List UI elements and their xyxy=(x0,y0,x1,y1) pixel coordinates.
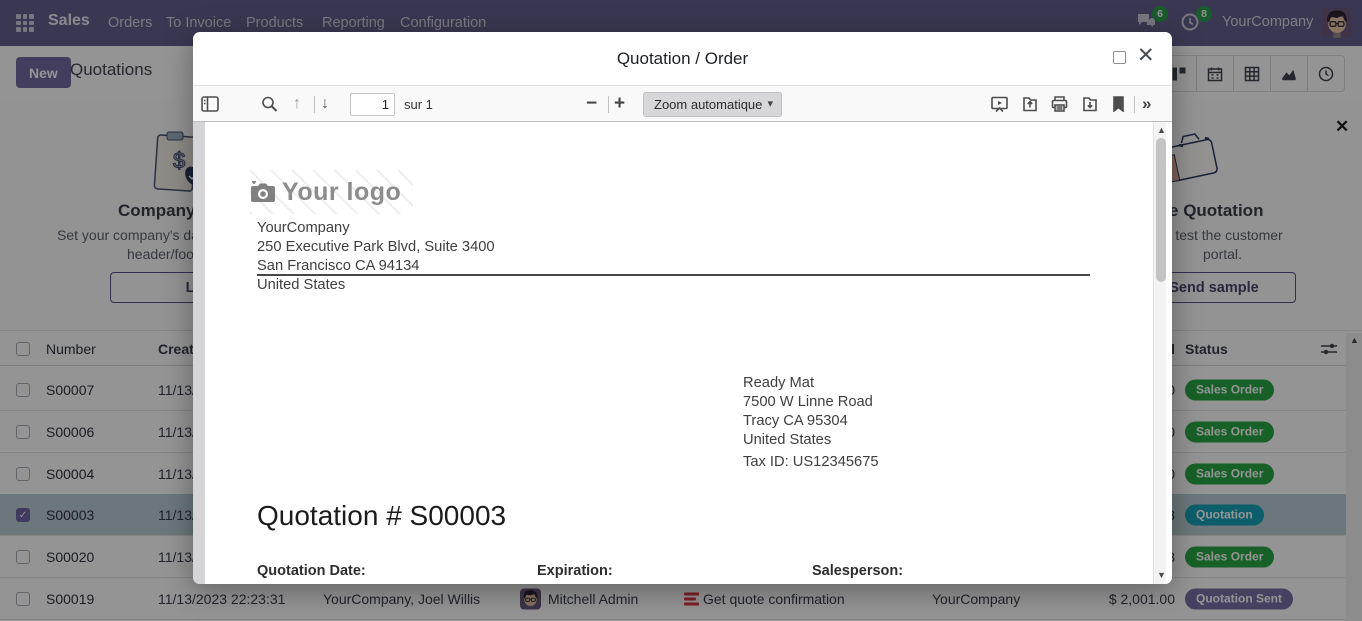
pdf-scrollbar-thumb[interactable] xyxy=(1156,138,1166,282)
expiration-label: Expiration: xyxy=(537,563,613,579)
sidebar-toggle-icon[interactable] xyxy=(201,96,219,112)
pdf-scroll-up-icon[interactable]: ▲ xyxy=(1157,126,1166,135)
quotation-date-label: Quotation Date: xyxy=(257,563,366,579)
page-number-input[interactable] xyxy=(350,93,395,116)
screen: Sales Orders To Invoice Products Reporti… xyxy=(0,0,1362,621)
quotation-order-modal: Quotation / Order ✕ ↑ ↓ sur 1 − + Zoom a… xyxy=(193,32,1172,584)
print-icon[interactable] xyxy=(1051,95,1068,112)
modal-close-icon[interactable]: ✕ xyxy=(1137,43,1155,68)
salesperson-label: Salesperson: xyxy=(812,563,903,579)
search-icon[interactable] xyxy=(261,95,278,112)
pdf-gutter xyxy=(193,122,205,584)
company-address-block: YourCompany 250 Executive Park Blvd, Sui… xyxy=(257,219,495,295)
customer-address-block: Ready Mat 7500 W Linne Road Tracy CA 953… xyxy=(743,374,879,472)
presentation-mode-icon[interactable] xyxy=(991,95,1008,112)
zoom-in-icon[interactable]: + xyxy=(614,93,625,115)
modal-title: Quotation / Order xyxy=(193,49,1172,69)
page-count-label: sur 1 xyxy=(404,97,433,112)
camera-plus-icon xyxy=(250,181,276,203)
expand-icon[interactable] xyxy=(1113,51,1126,64)
bookmark-icon[interactable] xyxy=(1112,96,1125,112)
logo-placeholder-text: Your logo xyxy=(282,178,401,207)
next-page-icon[interactable]: ↓ xyxy=(321,95,329,113)
pdf-toolbar: ↑ ↓ sur 1 − + Zoom automatique ▾ xyxy=(193,85,1172,122)
download-icon[interactable] xyxy=(1081,95,1099,112)
pdf-scroll-down-icon[interactable]: ▼ xyxy=(1157,571,1166,580)
quotation-heading: Quotation # S00003 xyxy=(257,500,506,532)
toolbar-more-icon[interactable]: » xyxy=(1142,94,1151,114)
zoom-select-value: Zoom automatique xyxy=(654,97,762,112)
zoom-out-icon[interactable]: − xyxy=(586,93,597,115)
tax-id: Tax ID: US12345675 xyxy=(743,453,879,472)
zoom-select[interactable]: Zoom automatique ▾ xyxy=(643,92,782,117)
chevron-down-icon: ▾ xyxy=(767,93,773,116)
pdf-viewer: Your logo YourCompany 250 Executive Park… xyxy=(193,122,1172,584)
logo-placeholder: Your logo xyxy=(250,170,413,214)
previous-page-icon[interactable]: ↑ xyxy=(293,95,301,113)
open-file-icon[interactable] xyxy=(1021,95,1039,112)
pdf-scrollbar[interactable]: ▲ ▼ xyxy=(1153,122,1166,584)
